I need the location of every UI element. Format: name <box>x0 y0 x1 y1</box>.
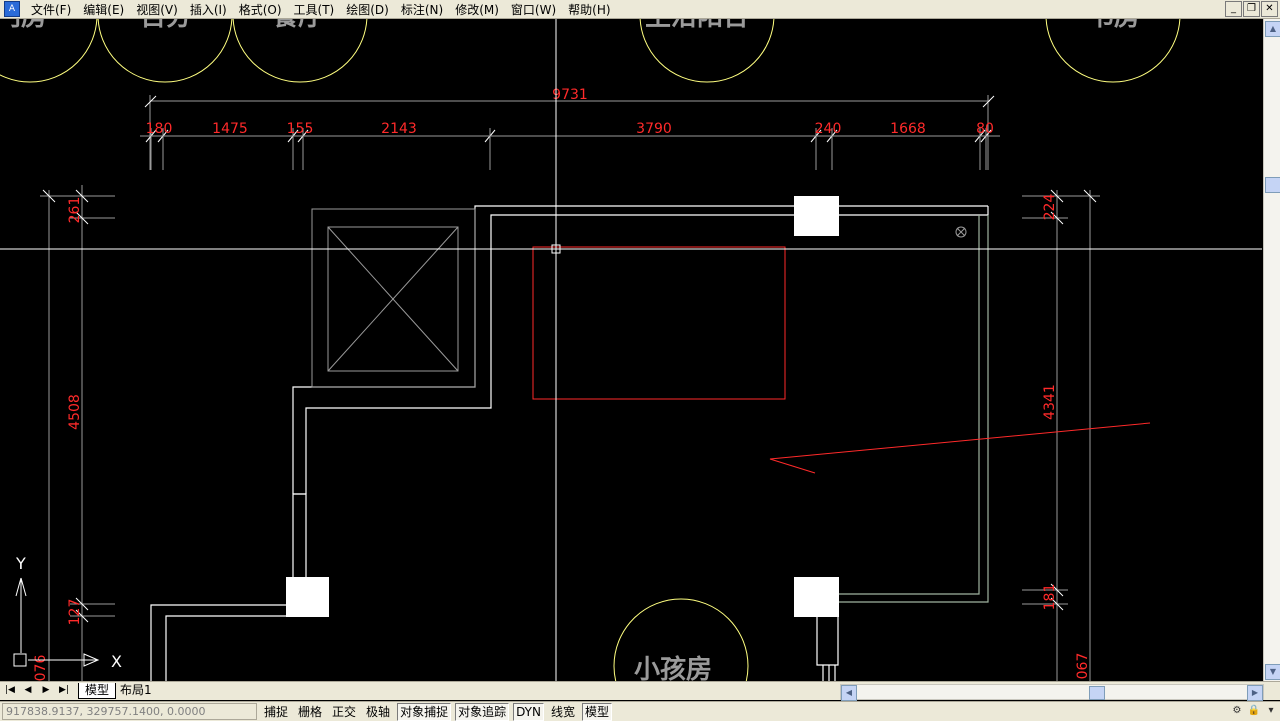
status-bar: 917838.9137, 329757.1400, 0.0000 捕捉 栅格 正… <box>0 701 1280 721</box>
lineweight-toggle[interactable]: 线宽 <box>548 703 578 721</box>
ucs-x-label: X <box>111 652 122 671</box>
vertical-scrollbar[interactable]: ▲ ▼ <box>1263 19 1280 681</box>
dim-text-right: 4341 <box>1042 384 1058 420</box>
column <box>286 577 329 617</box>
dim-text-segment: 155 <box>287 121 314 137</box>
menu-draw[interactable]: 绘图(D) <box>341 1 396 18</box>
lock-icon[interactable]: 🔒 <box>1247 704 1261 718</box>
dim-text-left: 4508 <box>67 394 83 430</box>
scroll-up-icon[interactable]: ▲ <box>1265 21 1280 37</box>
dim-text-left: 127 <box>67 599 83 626</box>
menu-tools[interactable]: 工具(T) <box>289 1 342 18</box>
dim-text-segment: 80 <box>976 121 994 137</box>
otrack-toggle[interactable]: 对象追踪 <box>455 702 510 721</box>
coordinate-readout[interactable]: 917838.9137, 329757.1400, 0.0000 <box>2 703 257 720</box>
red-leader <box>769 422 1151 474</box>
dim-text-segment: 2143 <box>381 121 417 137</box>
dim-text-right: 224 <box>1042 194 1058 221</box>
dyn-toggle[interactable]: DYN <box>513 702 544 721</box>
menu-format[interactable]: 格式(O) <box>234 1 289 18</box>
comm-center-icon[interactable]: ⚙ <box>1230 704 1244 718</box>
minimize-icon[interactable]: _ <box>1225 1 1242 17</box>
horizontal-scroll-thumb[interactable] <box>1089 686 1105 700</box>
prev-tab-icon[interactable]: ◀ <box>20 684 36 697</box>
vertical-scroll-thumb[interactable] <box>1265 177 1280 193</box>
dim-text-segment: 180 <box>146 121 173 137</box>
walls <box>150 205 989 681</box>
shaft <box>311 208 476 388</box>
last-tab-icon[interactable]: ▶| <box>56 684 72 697</box>
tab-model[interactable]: 模型 <box>78 683 117 699</box>
ortho-toggle[interactable]: 正交 <box>329 703 359 721</box>
layout-tab-bar: |◀ ◀ ▶ ▶| 模型 布局1 ◀ ▶ <box>0 681 1280 701</box>
red-rectangle <box>532 246 786 400</box>
dim-ext-segments <box>150 128 987 170</box>
dim-text-right: 067 <box>1075 653 1091 680</box>
column <box>794 577 839 617</box>
ucs-y-label: Y <box>15 554 26 573</box>
scroll-right-icon[interactable]: ▶ <box>1247 685 1263 701</box>
room-label: 主沿阳台 <box>645 19 749 32</box>
menu-view[interactable]: 视图(V) <box>131 1 185 18</box>
menu-bar: A 文件(F) 编辑(E) 视图(V) 插入(I) 格式(O) 工具(T) 绘图… <box>0 0 1280 19</box>
first-tab-icon[interactable]: |◀ <box>2 684 18 697</box>
dim-text-overall: 9731 <box>552 87 588 103</box>
close-icon[interactable]: ✕ <box>1261 1 1278 17</box>
drawing-svg: 门房 百分 餐厅 主沿阳台 书房 小孩房 9731 180 1475 15 <box>0 19 1262 681</box>
scroll-down-icon[interactable]: ▼ <box>1265 664 1280 680</box>
next-tab-icon[interactable]: ▶ <box>38 684 54 697</box>
inner-walls <box>838 215 989 603</box>
model-space-canvas[interactable]: 门房 百分 餐厅 主沿阳台 书房 小孩房 9731 180 1475 15 <box>0 19 1262 681</box>
dim-text-right: 181 <box>1042 584 1058 611</box>
room-label: 餐厅 <box>272 19 324 32</box>
dim-ext-right <box>1022 195 1100 605</box>
horizontal-scrollbar[interactable]: ◀ ▶ <box>840 684 1264 701</box>
snap-toggle[interactable]: 捕捉 <box>261 703 291 721</box>
menu-edit[interactable]: 编辑(E) <box>78 1 131 18</box>
model-toggle[interactable]: 模型 <box>582 702 613 721</box>
menu-dimension[interactable]: 标注(N) <box>396 1 450 18</box>
dim-text-segment: 240 <box>815 121 842 137</box>
menu-help[interactable]: 帮助(H) <box>563 1 617 18</box>
autocad-icon[interactable]: A <box>4 1 20 17</box>
scroll-left-icon[interactable]: ◀ <box>841 685 857 701</box>
restore-icon[interactable]: ❐ <box>1243 1 1260 17</box>
osnap-toggle[interactable]: 对象捕捉 <box>397 702 452 721</box>
dim-text-segment: 1668 <box>890 121 926 137</box>
tab-layout1[interactable]: 布局1 <box>114 683 158 698</box>
status-tray-icon[interactable]: ▾ <box>1264 704 1278 718</box>
room-label: 小孩房 <box>634 654 712 681</box>
window-controls: _ ❐ ✕ <box>1225 1 1278 17</box>
room-label: 门房 <box>0 19 47 32</box>
dim-text-left: 076 <box>33 655 49 681</box>
column <box>794 196 839 236</box>
status-tray: ⚙ 🔒 ▾ <box>1230 704 1278 718</box>
room-label: 书房 <box>1088 19 1140 32</box>
menu-insert[interactable]: 插入(I) <box>185 1 234 18</box>
polar-toggle[interactable]: 极轴 <box>363 703 393 721</box>
dim-text-left: 261 <box>67 197 83 224</box>
menu-window[interactable]: 窗口(W) <box>506 1 563 18</box>
grid-toggle[interactable]: 栅格 <box>295 703 325 721</box>
room-label: 百分 <box>140 19 192 32</box>
dim-text-segment: 3790 <box>636 121 672 137</box>
dim-text-segment: 1475 <box>212 121 248 137</box>
menu-modify[interactable]: 修改(M) <box>450 1 506 18</box>
menu-file[interactable]: 文件(F) <box>26 1 78 18</box>
